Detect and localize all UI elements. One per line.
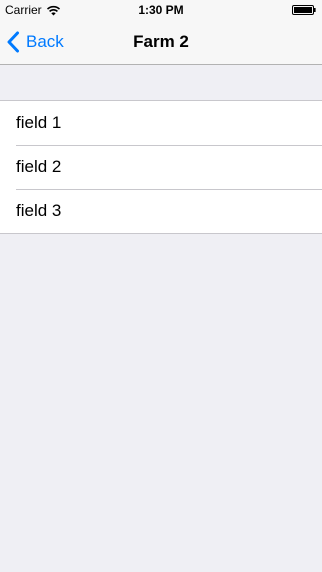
list-item[interactable]: field 3 <box>0 189 322 233</box>
status-time: 1:30 PM <box>138 3 184 17</box>
list-item[interactable]: field 1 <box>0 101 322 145</box>
list-item-label: field 3 <box>16 201 62 220</box>
list-item-label: field 1 <box>16 113 62 132</box>
navigation-bar: Farm 2 Back <box>0 20 322 65</box>
status-bar: Carrier 1:30 PM <box>0 0 322 20</box>
back-button[interactable]: Back <box>6 20 64 64</box>
chevron-left-icon <box>7 31 19 53</box>
back-label: Back <box>26 32 64 51</box>
battery-icon <box>292 5 316 15</box>
list-item-label: field 2 <box>16 157 62 176</box>
list-item[interactable]: field 2 <box>0 145 322 189</box>
fields-table: field 1 field 2 field 3 <box>0 100 322 234</box>
